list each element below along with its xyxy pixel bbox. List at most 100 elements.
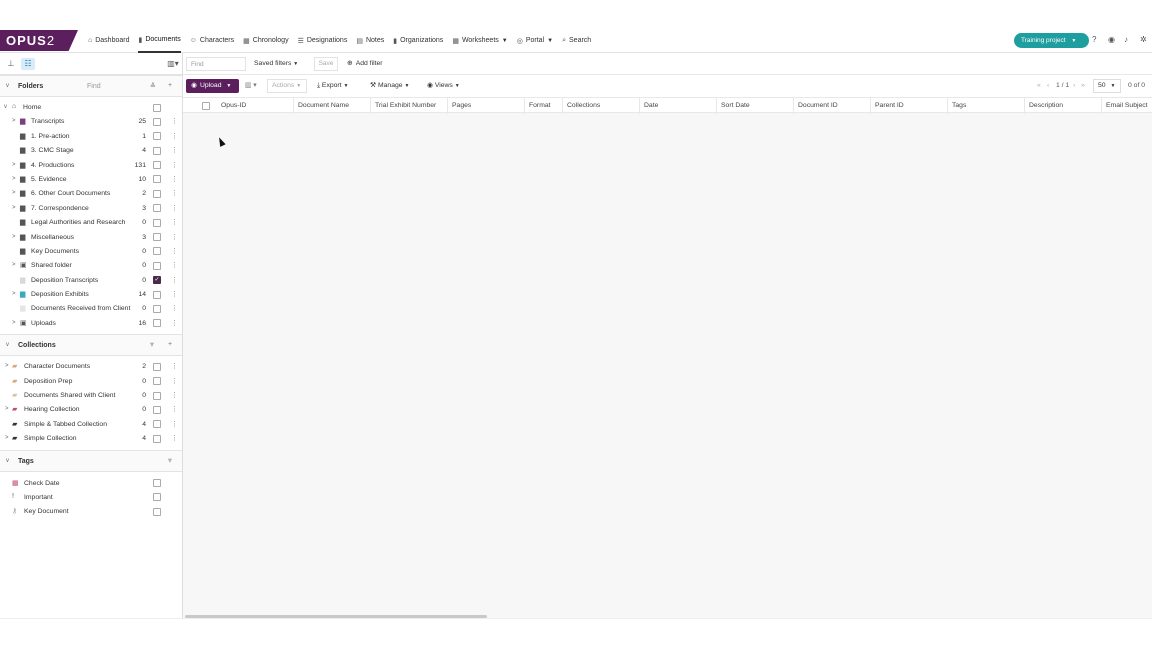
more-menu-icon[interactable]: ⋮ bbox=[171, 117, 178, 125]
collection-checkbox[interactable] bbox=[153, 391, 161, 400]
collection-row[interactable]: ▰ Documents Shared with Client 0 ⋮ bbox=[0, 389, 182, 403]
column-header-parent-id[interactable]: Parent ID bbox=[871, 98, 948, 114]
tag-row[interactable]: ! Important bbox=[0, 491, 182, 505]
views-dropdown[interactable]: ◉ Views ▼ bbox=[427, 79, 460, 93]
column-chooser-icon[interactable]: ▥ ▾ bbox=[245, 79, 257, 93]
next-page-button[interactable]: › bbox=[1073, 79, 1075, 93]
last-page-button[interactable]: » bbox=[1081, 79, 1085, 93]
collapse-all-icon[interactable]: ≙ bbox=[150, 82, 156, 90]
bell-icon[interactable]: ♪ bbox=[1124, 35, 1128, 44]
more-menu-icon[interactable]: ⋮ bbox=[171, 175, 178, 183]
tree-view-icon[interactable]: ⊥ bbox=[4, 58, 18, 70]
actions-dropdown[interactable]: Actions ▼ bbox=[267, 79, 307, 93]
more-menu-icon[interactable]: ⋮ bbox=[171, 247, 178, 255]
user-icon[interactable]: ◉ bbox=[1108, 35, 1115, 44]
prev-page-button[interactable]: ‹ bbox=[1047, 79, 1049, 93]
first-page-button[interactable]: « bbox=[1037, 79, 1041, 93]
collection-checkbox[interactable] bbox=[153, 434, 161, 443]
collection-row[interactable]: ▰ Simple & Tabbed Collection 4 ⋮ bbox=[0, 418, 182, 432]
column-header-document-id[interactable]: Document ID bbox=[794, 98, 871, 114]
nav-chronology[interactable]: ▦ Chronology bbox=[243, 28, 288, 53]
saved-filters-dropdown[interactable]: Saved filters ▼ bbox=[254, 57, 298, 71]
column-header-pages[interactable]: Pages bbox=[448, 98, 525, 114]
folder-checkbox[interactable]: ✓ bbox=[153, 276, 161, 285]
folder-row[interactable]: ▆ Key Documents 0 ⋮ bbox=[0, 245, 182, 259]
folder-checkbox[interactable] bbox=[153, 218, 161, 227]
add-collection-icon[interactable]: + bbox=[168, 341, 172, 348]
more-menu-icon[interactable]: ⋮ bbox=[171, 233, 178, 241]
export-dropdown[interactable]: ⤓ Export ▼ bbox=[317, 79, 348, 93]
folder-row[interactable]: ▆ 1. Pre-action 1 ⋮ bbox=[0, 130, 182, 144]
more-menu-icon[interactable]: ⋮ bbox=[171, 132, 178, 140]
more-menu-icon[interactable]: ⋮ bbox=[171, 146, 178, 154]
more-menu-icon[interactable]: ⋮ bbox=[171, 218, 178, 226]
chevron-right-icon[interactable]: > bbox=[12, 190, 16, 196]
more-menu-icon[interactable]: ⋮ bbox=[171, 261, 178, 269]
expand-all-icon[interactable]: ⩔ bbox=[150, 341, 154, 349]
more-menu-icon[interactable]: ⋮ bbox=[171, 290, 178, 298]
chevron-down-icon[interactable]: v bbox=[6, 342, 9, 348]
manage-dropdown[interactable]: ⚒ Manage ▼ bbox=[370, 79, 409, 93]
tag-checkbox[interactable] bbox=[153, 493, 161, 502]
opus2-logo[interactable]: OPUS2 bbox=[0, 30, 78, 51]
more-menu-icon[interactable]: ⋮ bbox=[171, 420, 178, 428]
nav-designations[interactable]: ☰ Designations bbox=[298, 28, 348, 53]
help-icon[interactable]: ? bbox=[1092, 35, 1096, 44]
column-header-format[interactable]: Format bbox=[525, 98, 563, 114]
save-filter-button[interactable]: Save bbox=[314, 57, 338, 71]
chevron-down-icon[interactable]: v bbox=[6, 458, 9, 464]
folder-checkbox[interactable] bbox=[153, 261, 161, 270]
tags-section-header[interactable]: v Tags ⩔ bbox=[0, 449, 182, 472]
select-all-checkbox[interactable] bbox=[202, 102, 210, 110]
folder-row[interactable]: ▆ 3. CMC Stage 4 ⋮ bbox=[0, 144, 182, 158]
tag-checkbox[interactable] bbox=[153, 507, 161, 516]
collection-checkbox[interactable] bbox=[153, 405, 161, 414]
column-header-date[interactable]: Date bbox=[640, 98, 717, 114]
chevron-right-icon[interactable]: > bbox=[12, 176, 16, 182]
folder-checkbox[interactable] bbox=[153, 146, 161, 155]
nav-documents[interactable]: ▮ Documents bbox=[138, 28, 181, 53]
collection-row[interactable]: > ▰ Character Documents 2 ⋮ bbox=[0, 360, 182, 374]
chevron-right-icon[interactable]: > bbox=[12, 234, 16, 240]
nav-characters[interactable]: ☺ Characters bbox=[190, 28, 234, 53]
folder-checkbox[interactable] bbox=[153, 103, 161, 112]
column-header-description[interactable]: Description bbox=[1025, 98, 1102, 114]
folder-row[interactable]: ▆ Documents Received from Client 0 ⋮ bbox=[0, 302, 182, 316]
folder-checkbox[interactable] bbox=[153, 175, 161, 184]
list-view-icon[interactable]: ☷ bbox=[21, 58, 35, 70]
folder-row[interactable]: v ⌂ Home bbox=[0, 101, 182, 115]
chevron-right-icon[interactable]: > bbox=[12, 320, 16, 326]
collections-section-header[interactable]: v Collections ⩔ + bbox=[0, 334, 182, 357]
folder-row[interactable]: > ▆ 5. Evidence 10 ⋮ bbox=[0, 173, 182, 187]
more-menu-icon[interactable]: ⋮ bbox=[171, 204, 178, 212]
column-header-trial-exhibit-number[interactable]: Trial Exhibit Number bbox=[371, 98, 448, 114]
folder-checkbox[interactable] bbox=[153, 233, 161, 242]
more-menu-icon[interactable]: ⋮ bbox=[171, 434, 178, 442]
chevron-down-icon[interactable]: v bbox=[4, 104, 7, 110]
folder-row[interactable]: > ▆ 4. Productions 131 ⋮ bbox=[0, 159, 182, 173]
column-header-tags[interactable]: Tags bbox=[948, 98, 1025, 114]
project-selector-button[interactable]: Training project ▼ bbox=[1014, 33, 1089, 48]
more-menu-icon[interactable]: ⋮ bbox=[171, 319, 178, 327]
collection-row[interactable]: > ▰ Hearing Collection 0 ⋮ bbox=[0, 403, 182, 417]
gear-icon[interactable]: ✲ bbox=[1140, 35, 1147, 44]
nav-dashboard[interactable]: ⌂ Dashboard bbox=[88, 28, 129, 53]
nav-search[interactable]: ⌕ Search bbox=[562, 28, 591, 53]
folders-section-header[interactable]: v Folders Find ≙ + bbox=[0, 75, 182, 97]
folder-checkbox[interactable] bbox=[153, 161, 161, 170]
chevron-right-icon[interactable]: > bbox=[12, 205, 16, 211]
folder-checkbox[interactable] bbox=[153, 132, 161, 141]
folder-row[interactable]: > ▆ Deposition Exhibits 14 ⋮ bbox=[0, 288, 182, 302]
tag-row[interactable]: ▦ Check Date bbox=[0, 477, 182, 491]
folder-checkbox[interactable] bbox=[153, 247, 161, 256]
chevron-right-icon[interactable]: > bbox=[5, 406, 9, 412]
upload-button[interactable]: ◉ Upload ▼ bbox=[186, 79, 239, 93]
tag-row[interactable]: ⚷ Key Document bbox=[0, 505, 182, 519]
folder-row[interactable]: > ▆ Transcripts 25 ⋮ bbox=[0, 115, 182, 129]
collection-checkbox[interactable] bbox=[153, 362, 161, 371]
add-folder-icon[interactable]: + bbox=[168, 82, 172, 89]
more-menu-icon[interactable]: ⋮ bbox=[171, 362, 178, 370]
more-menu-icon[interactable]: ⋮ bbox=[171, 161, 178, 169]
folder-checkbox[interactable] bbox=[153, 117, 161, 126]
more-menu-icon[interactable]: ⋮ bbox=[171, 377, 178, 385]
